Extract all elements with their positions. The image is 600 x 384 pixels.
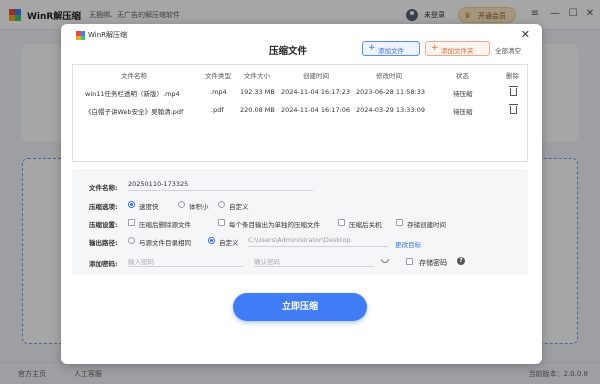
delete-source-label: 压缩后删除源文件 (139, 221, 191, 229)
radio-custom[interactable] (218, 201, 225, 208)
add-folder-label: 添加文件夹 (441, 47, 474, 55)
shutdown-checkbox[interactable] (338, 219, 345, 226)
column-header: 文件大小 (244, 72, 270, 80)
created-time: 2024-11-04 16:17:23 (281, 88, 351, 96)
radio-same-dir[interactable] (128, 237, 135, 244)
add-file-button[interactable]: + 添加文件 (362, 41, 420, 56)
confirm-password-input[interactable]: 确认密码 (254, 256, 374, 267)
output-label: 输出路径: (89, 239, 118, 247)
status-text: 待压缩 (453, 108, 473, 116)
filename-label: 文件名称: (89, 184, 118, 192)
trash-icon[interactable] (509, 86, 518, 96)
dialog-heading: 压缩文件 (269, 46, 308, 57)
column-header: 修改时间 (376, 72, 402, 80)
dialog-logo-icon (76, 31, 85, 40)
option-speed-label: 速度快 (139, 203, 159, 211)
password-input[interactable]: 输入密码 (128, 256, 243, 267)
store-ctime-checkbox[interactable] (396, 219, 403, 226)
output-path-input[interactable]: C:\Users\Administrator\Desktop (248, 236, 388, 247)
compress-dialog: WinR解压缩 ✕ 压缩文件 + 添加文件 + 添加文件夹 全部清空 文件名称 … (61, 24, 542, 364)
radio-custom-dir[interactable] (208, 237, 215, 244)
column-header: 删除 (506, 72, 519, 80)
separate-archive-checkbox[interactable] (218, 219, 225, 226)
file-size: 192.33 MB (240, 88, 275, 96)
add-folder-button[interactable]: + 添加文件夹 (425, 41, 490, 56)
option-custom-label: 自定义 (229, 203, 249, 211)
modified-time: 2024-03-29 13:33:09 (356, 106, 426, 114)
store-ctime-label: 存储创建时间 (407, 221, 446, 229)
status-text: 待压缩 (453, 90, 473, 98)
trash-icon[interactable] (509, 104, 518, 114)
same-dir-label: 与源文件目录相同 (139, 239, 191, 247)
add-file-label: 添加文件 (378, 47, 404, 55)
column-header: 文件名称 (121, 72, 147, 80)
filename-input[interactable]: 20250110-173325 (128, 180, 313, 191)
radio-size[interactable] (178, 201, 185, 208)
column-header: 文件类型 (205, 72, 231, 80)
custom-dir-label: 自定义 (219, 239, 239, 247)
compress-now-button[interactable]: 立即压缩 (233, 293, 367, 321)
modified-time: 2023-06-28 11:58:33 (356, 88, 426, 96)
change-dir-link[interactable]: 更改目标 (395, 239, 421, 249)
file-size: 220.08 MB (240, 106, 275, 114)
password-label: 添加密码: (89, 260, 118, 268)
plus-icon: + (431, 43, 439, 53)
file-type: .mp4 (210, 88, 227, 96)
shutdown-label: 压缩后关机 (349, 221, 382, 229)
column-header: 状态 (456, 72, 469, 80)
clear-all-button[interactable]: 全部清空 (495, 45, 521, 55)
settings-panel: 文件名称: 20250110-173325 压缩选项: 速度快 体积小 自定义 … (72, 169, 528, 275)
file-name: win11任务栏透明（新版）.mp4 (85, 90, 180, 98)
compress-option-label: 压缩选项: (89, 203, 118, 211)
column-header: 创建时间 (303, 72, 329, 80)
delete-source-checkbox[interactable] (128, 219, 135, 226)
plus-icon: + (368, 43, 376, 53)
dialog-title: WinR解压缩 (88, 31, 128, 39)
radio-speed[interactable] (128, 201, 135, 208)
dialog-close-icon[interactable]: ✕ (521, 28, 530, 41)
file-table: 文件名称 文件类型 文件大小 创建时间 修改时间 状态 删除 win11任务栏透… (72, 64, 528, 162)
save-password-label: 存储密码 (419, 259, 447, 267)
separate-archive-label: 每个条目输出为单独的压缩文件 (229, 221, 320, 229)
file-type: .pdf (211, 106, 224, 114)
file-name: 《白帽子讲Web安全》吴翰清.pdf (85, 108, 184, 116)
created-time: 2024-11-04 16:17:06 (281, 106, 351, 114)
eye-closed-icon[interactable] (381, 259, 389, 263)
compress-settings-label: 压缩设置: (89, 221, 118, 229)
option-size-label: 体积小 (189, 203, 209, 211)
save-password-checkbox[interactable] (406, 258, 413, 265)
help-icon[interactable]: ? (457, 257, 465, 265)
